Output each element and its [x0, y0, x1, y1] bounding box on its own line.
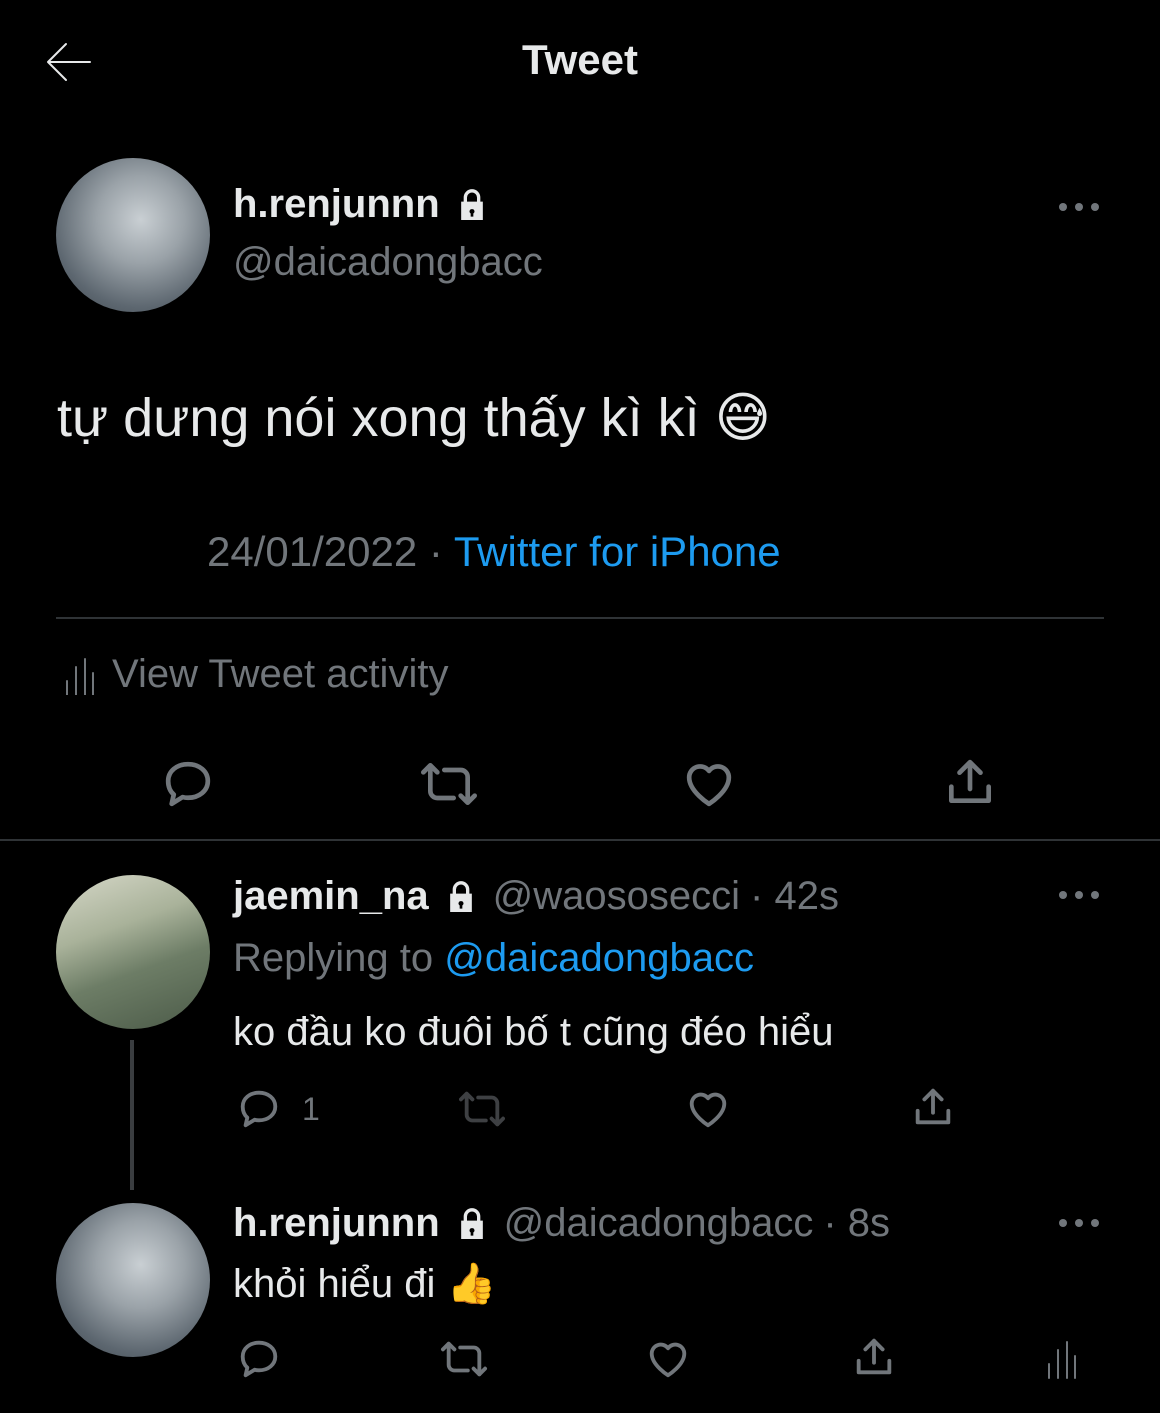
share-icon[interactable]	[942, 754, 998, 810]
user-handle[interactable]: @daicadongbacc	[504, 1201, 814, 1246]
user-handle[interactable]: @waososecci	[493, 874, 740, 919]
analytics-icon	[64, 655, 94, 695]
analytics-icon[interactable]	[1046, 1336, 1076, 1380]
like-icon[interactable]	[685, 1086, 731, 1132]
tweet-date: 24/01/2022	[207, 528, 418, 575]
timestamp: · 8s	[823, 1201, 891, 1245]
avatar[interactable]	[56, 875, 210, 1029]
lock-icon	[452, 1204, 492, 1244]
more-options-icon[interactable]	[1058, 190, 1100, 224]
reply-count: 1	[302, 1090, 320, 1127]
retweet-icon	[456, 1086, 508, 1132]
share-icon[interactable]	[910, 1084, 956, 1130]
like-icon[interactable]	[645, 1336, 691, 1382]
tweet-source-link[interactable]: Twitter for iPhone	[454, 528, 781, 575]
user-handle[interactable]: @daicadongbacc	[233, 240, 543, 285]
thread-line	[130, 1040, 134, 1190]
view-activity-label: View Tweet activity	[112, 652, 449, 696]
lock-icon	[441, 877, 481, 917]
reply-icon[interactable]	[236, 1336, 282, 1382]
more-options-icon[interactable]	[1058, 1206, 1100, 1240]
tweet-text: tự dưng nói xong thấy kì kì 😅	[57, 388, 771, 448]
display-name[interactable]: h.renjunnn	[233, 182, 440, 227]
meta-separator: ·	[428, 528, 443, 575]
more-options-icon[interactable]	[1058, 878, 1100, 912]
reply-text: ko đầu ko đuôi bố t cũng đéo hiểu	[233, 1010, 834, 1054]
timestamp: · 42s	[750, 874, 839, 918]
lock-icon	[452, 185, 492, 225]
divider	[0, 839, 1160, 841]
replying-to-label: Replying to	[233, 936, 434, 980]
reply-button[interactable]: 1	[236, 1086, 320, 1132]
reply-icon	[236, 1086, 282, 1132]
divider	[56, 617, 1104, 619]
share-icon[interactable]	[851, 1334, 897, 1380]
like-icon[interactable]	[681, 756, 737, 812]
retweet-icon[interactable]	[418, 756, 480, 812]
avatar[interactable]	[56, 1203, 210, 1357]
display-name[interactable]: jaemin_na	[233, 874, 429, 919]
reply-icon[interactable]	[160, 756, 216, 812]
view-activity-button[interactable]: View Tweet activity	[64, 652, 448, 697]
display-name[interactable]: h.renjunnn	[233, 1201, 440, 1246]
page-title: Tweet	[522, 36, 638, 83]
avatar[interactable]	[56, 158, 210, 312]
reply-text: khỏi hiểu đi 👍	[233, 1262, 497, 1306]
replying-to-link[interactable]: @daicadongbacc	[444, 936, 754, 980]
retweet-icon[interactable]	[438, 1336, 490, 1382]
